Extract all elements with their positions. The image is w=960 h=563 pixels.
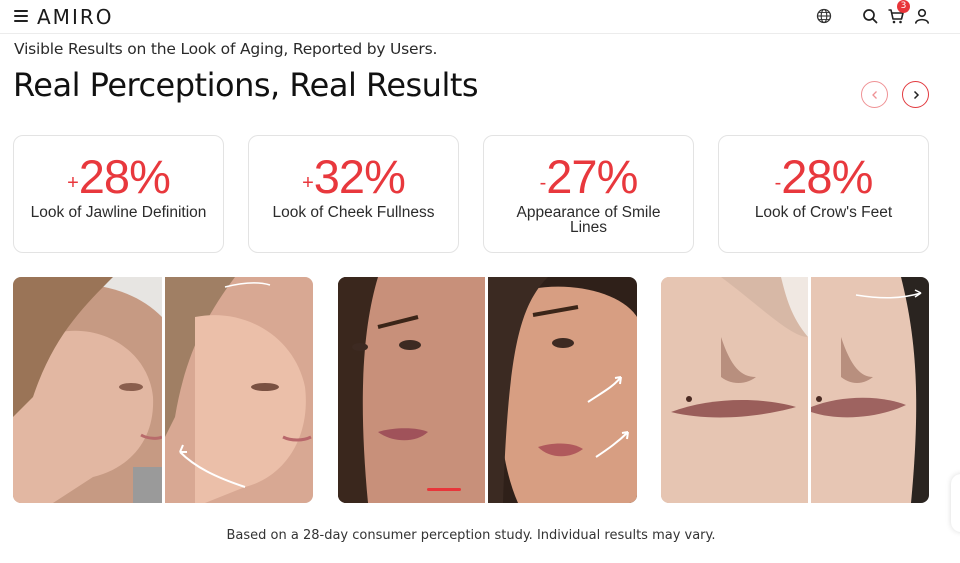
section-title: Real Perceptions, Real Results [13,66,479,104]
brand-logo[interactable]: AMIRO [37,5,113,29]
stat-sign: - [774,172,782,194]
stat-value: -27% [484,148,693,206]
gallery-item-smile-lines[interactable] [661,277,929,503]
gallery-item-jawline[interactable] [13,277,313,503]
stat-number: 28% [781,150,873,203]
stat-value: +28% [14,148,223,206]
section-eyebrow: Visible Results on the Look of Aging, Re… [14,40,438,58]
gallery-item-cheek[interactable] [338,277,637,503]
stat-label: Appearance of Smile Lines [516,204,661,236]
chevron-left-icon [871,90,877,99]
before-photo [661,277,808,503]
after-photo [811,277,929,503]
stat-sign: + [67,172,79,194]
side-widget-tab[interactable] [951,474,960,532]
globe-icon[interactable] [814,6,834,26]
site-header: AMIRO 3 [0,0,960,34]
stat-value: +32% [249,148,458,206]
stat-number: 28% [78,150,171,203]
stat-card-smile-lines: -27% Appearance of Smile Lines [483,135,694,253]
menu-icon[interactable] [14,10,28,22]
stat-card-crows-feet: -28% Look of Crow's Feet [718,135,929,253]
stat-number: 32% [313,150,406,203]
account-icon[interactable] [912,6,932,26]
carousel-prev-button[interactable] [861,81,888,108]
after-photo [488,277,637,503]
stat-number: 27% [546,150,638,203]
stat-sign: - [539,172,547,194]
cart-count-badge: 3 [897,0,910,13]
stat-label: Look of Jawline Definition [30,204,207,221]
before-photo [338,277,485,503]
search-icon[interactable] [860,6,880,26]
chevron-right-icon [913,90,919,99]
before-photo [13,277,162,503]
stat-card-jawline: +28% Look of Jawline Definition [13,135,224,253]
carousel-next-button[interactable] [902,81,929,108]
stat-label: Look of Cheek Fullness [272,204,435,221]
stat-label: Look of Crow's Feet [754,204,893,221]
stat-card-cheek: +32% Look of Cheek Fullness [248,135,459,253]
stat-sign: + [302,172,314,194]
carousel-progress-indicator [427,488,461,491]
stat-value: -28% [719,148,928,206]
after-photo [165,277,313,503]
study-disclaimer: Based on a 28-day consumer perception st… [226,528,716,543]
